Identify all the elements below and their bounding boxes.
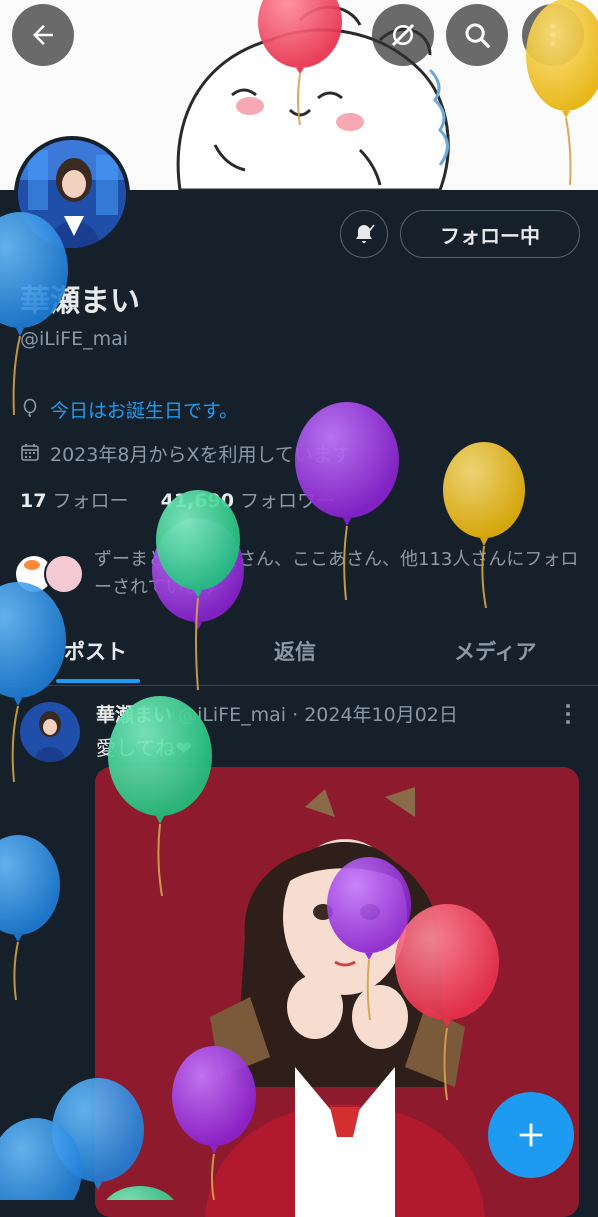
tab-media[interactable]: メディア <box>454 636 537 666</box>
post-text: 愛してね❤ <box>96 736 193 760</box>
tab-replies[interactable]: 返信 <box>274 636 316 666</box>
avatar-detail <box>24 560 40 570</box>
balloon-blue <box>0 1118 82 1200</box>
tabs-divider <box>0 685 598 686</box>
notifications-button[interactable] <box>340 210 388 258</box>
post-meta: @iLiFE_mai · 2024年10月02日 <box>178 704 458 726</box>
followed-by-text[interactable]: ずーまとらんせ霊さん、ここあさん、他113人さんにフォローされています <box>94 546 584 602</box>
bell-icon <box>356 224 375 243</box>
compose-button[interactable] <box>488 1092 574 1178</box>
follow-stats: 17 フォロー 41,690 フォロワー <box>20 486 335 513</box>
tab-posts[interactable]: ポスト <box>64 636 127 666</box>
following-button[interactable]: フォロー中 <box>400 210 580 258</box>
plus-icon <box>519 1123 543 1147</box>
profile-avatar[interactable] <box>14 136 130 252</box>
birthday-text: 今日はお誕生日です。 <box>50 400 239 422</box>
followers-link[interactable]: 41,690 フォロワー <box>161 490 335 512</box>
grok-button[interactable] <box>372 4 434 66</box>
calendar-icon <box>21 444 39 461</box>
avatar-image <box>18 140 126 248</box>
back-button[interactable] <box>12 4 74 66</box>
balloon-icon <box>23 398 37 417</box>
joined-date: 2023年8月からXを利用しています <box>50 444 351 466</box>
post-avatar-image <box>20 702 80 762</box>
grok-icon <box>391 23 415 47</box>
post-avatar[interactable] <box>20 702 80 762</box>
more-icon <box>550 23 556 47</box>
search-icon <box>465 23 490 48</box>
search-button[interactable] <box>446 4 508 66</box>
profile-name: 華瀬まい <box>20 284 140 319</box>
avatar <box>44 554 84 594</box>
balloon-blue <box>0 835 60 1001</box>
back-arrow-icon <box>33 25 53 45</box>
more-button[interactable] <box>522 4 584 66</box>
active-tab-indicator <box>56 679 140 683</box>
followers-count: 41,690 <box>160 490 234 512</box>
profile-handle: @iLiFE_mai <box>20 328 129 350</box>
post-author[interactable]: 華瀬まい <box>96 704 172 726</box>
following-label: フォロー <box>52 490 129 512</box>
followers-label: フォロワー <box>239 490 335 512</box>
post-header: 華瀬まい @iLiFE_mai · 2024年10月02日 <box>96 700 458 727</box>
post-more-icon[interactable] <box>558 702 578 726</box>
following-count: 17 <box>20 490 47 512</box>
following-link[interactable]: 17 フォロー <box>20 490 129 512</box>
followed-by-avatars[interactable] <box>14 552 86 594</box>
